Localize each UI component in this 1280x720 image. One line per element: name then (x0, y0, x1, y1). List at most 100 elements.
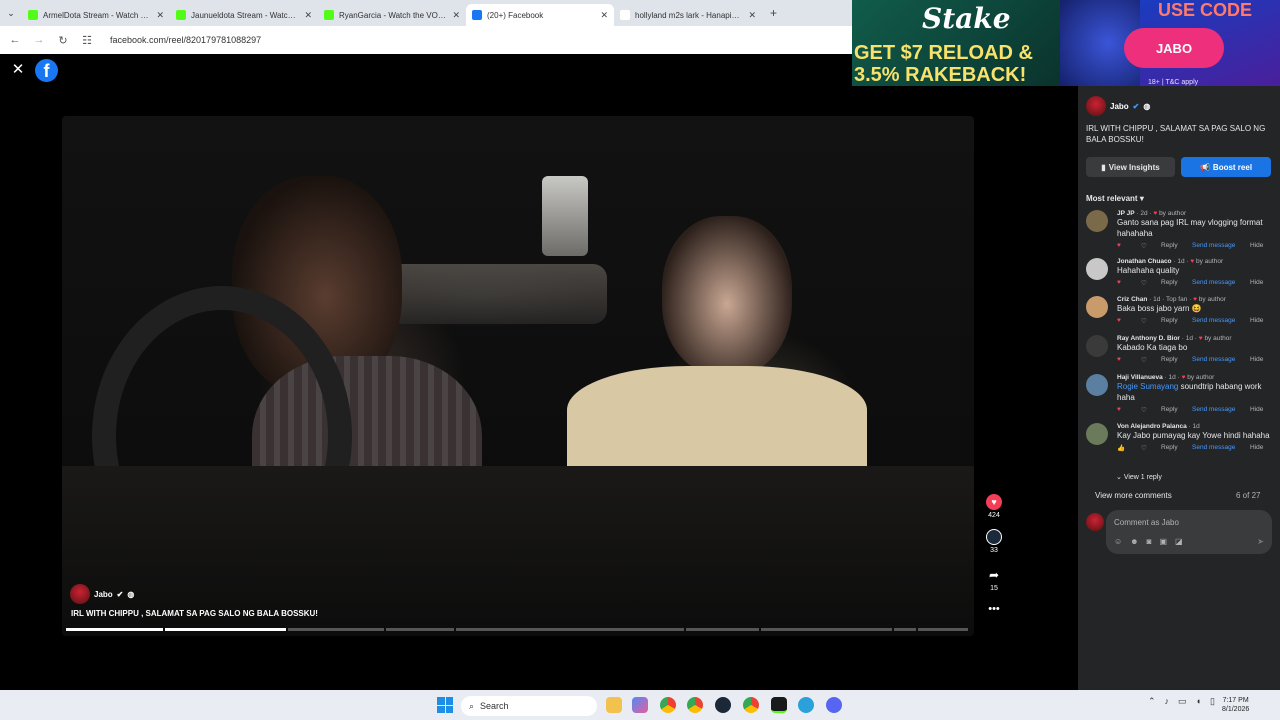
gif-icon[interactable]: ▣ (1159, 537, 1167, 546)
progress-segment[interactable] (456, 628, 685, 631)
kick-app-icon[interactable] (771, 697, 787, 713)
react-icon[interactable]: ♡ (1141, 317, 1147, 325)
tab-close-icon[interactable]: ✕ (600, 10, 608, 21)
reel-progress-bar[interactable] (66, 628, 968, 631)
react-icon[interactable]: ♡ (1141, 406, 1147, 414)
reply-button[interactable]: Reply (1161, 444, 1178, 451)
progress-segment[interactable] (287, 628, 385, 631)
reload-icon[interactable]: ↻ (56, 34, 70, 47)
clock[interactable]: 7:17 PM 8/1/2026 (1222, 696, 1249, 714)
like-reaction-icon[interactable]: ♥ (1117, 406, 1121, 413)
hide-button[interactable]: Hide (1250, 406, 1263, 413)
comment-action[interactable]: 33 (984, 529, 1004, 554)
avatar[interactable] (1086, 296, 1108, 318)
react-icon[interactable]: ♡ (1141, 279, 1147, 287)
send-icon[interactable]: ➤ (1257, 537, 1264, 546)
comment-input[interactable]: Comment as Jabo (1114, 518, 1179, 527)
reply-button[interactable]: Reply (1161, 317, 1178, 324)
camera-icon[interactable]: ◙ (1147, 537, 1152, 546)
avatar[interactable] (1086, 210, 1108, 232)
reply-button[interactable]: Reply (1161, 356, 1178, 363)
close-icon[interactable]: ✕ (8, 60, 28, 80)
copilot-icon[interactable] (632, 697, 648, 713)
react-icon[interactable]: ♡ (1141, 444, 1147, 452)
avatar[interactable] (1086, 374, 1108, 396)
reel-author[interactable]: Jabo ✔ ◍ (70, 584, 134, 604)
react-icon[interactable]: ♡ (1141, 242, 1147, 250)
more-options-icon[interactable]: ••• (984, 603, 1004, 615)
panel-author[interactable]: Jabo ✔ ◍ (1086, 96, 1150, 116)
windows-start-icon[interactable] (437, 697, 453, 713)
share-action[interactable]: ➦ 15 (984, 567, 1004, 592)
telegram-icon[interactable] (798, 697, 814, 713)
send-message-link[interactable]: Send message (1192, 242, 1235, 249)
tab-0[interactable]: ArmelDota Stream - Watch Live ✕ (22, 4, 170, 26)
avatar[interactable] (1086, 258, 1108, 280)
emoji-icon[interactable]: ☻ (1130, 537, 1138, 546)
tab-close-icon[interactable]: ✕ (452, 10, 460, 21)
boost-reel-button[interactable]: 📢 Boost reel (1181, 157, 1271, 177)
tab-close-icon[interactable]: ✕ (156, 10, 164, 21)
panel-author-name[interactable]: Jabo (1110, 102, 1129, 111)
send-message-link[interactable]: Send message (1192, 317, 1235, 324)
comment-author[interactable]: Jonathan Chuaco (1117, 258, 1172, 265)
ad-code-button[interactable]: JABO (1124, 28, 1224, 68)
url-field[interactable]: facebook.com/reel/820179781088297 (110, 35, 261, 45)
comment-box[interactable]: Comment as Jabo ☺ ☻ ◙ ▣ ◪ ➤ (1106, 510, 1272, 554)
microphone-icon[interactable]: ♪ (1165, 696, 1170, 707)
tab-4[interactable]: hollyland m2s lark - Hanapin sa ✕ (614, 4, 762, 26)
hide-button[interactable]: Hide (1250, 317, 1263, 324)
chrome-profile-icon[interactable] (687, 697, 703, 713)
send-message-link[interactable]: Send message (1192, 356, 1235, 363)
progress-segment[interactable] (894, 628, 916, 631)
comment-icon[interactable] (986, 529, 1002, 545)
tab-2[interactable]: RyanGarcia - Watch the VOD on ✕ (318, 4, 466, 26)
reply-button[interactable]: Reply (1161, 242, 1178, 249)
send-message-link[interactable]: Send message (1192, 444, 1235, 451)
hide-button[interactable]: Hide (1250, 242, 1263, 249)
facebook-logo-icon[interactable]: f (35, 59, 58, 82)
comment-author[interactable]: JP JP (1117, 210, 1135, 217)
progress-segment[interactable] (66, 628, 163, 631)
progress-segment[interactable] (386, 628, 455, 631)
avatar[interactable] (1086, 96, 1106, 116)
sticker-icon[interactable]: ◪ (1175, 537, 1183, 546)
taskbar-search[interactable]: ⌕ Search (461, 696, 597, 716)
back-icon[interactable]: ← (8, 34, 22, 46)
like-action[interactable]: ♥ 424 (984, 494, 1004, 519)
like-reaction-icon[interactable]: ♥ (1117, 356, 1121, 363)
reel-video[interactable] (62, 116, 974, 636)
share-icon[interactable]: ➦ (986, 567, 1002, 583)
comment-author[interactable]: Von Alejandro Palanca (1117, 423, 1187, 430)
heart-icon[interactable]: ♥ (986, 494, 1002, 510)
avatar[interactable] (1086, 335, 1108, 357)
discord-icon[interactable] (826, 697, 842, 713)
send-message-link[interactable]: Send message (1192, 279, 1235, 286)
comment-author[interactable]: Criz Chan (1117, 296, 1147, 303)
tab-search-menu-button[interactable]: ⌄ (0, 8, 22, 19)
network-icon[interactable]: ▭ (1178, 696, 1187, 707)
view-more-comments-link[interactable]: View more comments (1095, 491, 1172, 500)
like-reaction-icon[interactable]: ♥ (1117, 242, 1121, 249)
speaker-icon[interactable]: ◖ (1196, 696, 1201, 707)
tab-3[interactable]: (20+) Facebook ✕ (466, 4, 614, 26)
file-explorer-icon[interactable] (606, 697, 622, 713)
site-info-icon[interactable]: ☷ (80, 34, 94, 47)
reply-button[interactable]: Reply (1161, 279, 1178, 286)
new-tab-button[interactable]: + (762, 6, 785, 20)
avatar[interactable] (70, 584, 90, 604)
steam-icon[interactable] (715, 697, 731, 713)
avatar-sticker-icon[interactable]: ☺ (1114, 537, 1122, 546)
view-insights-button[interactable]: ▮ View Insights (1086, 157, 1175, 177)
progress-segment[interactable] (164, 628, 286, 631)
comment-author[interactable]: Ray Anthony D. Bior (1117, 335, 1180, 342)
mentioned-user-link[interactable]: Rogie Sumayang (1117, 382, 1178, 391)
like-reaction-icon[interactable]: ♥ (1117, 317, 1121, 324)
comment-author[interactable]: Haji Villanueva (1117, 374, 1163, 381)
tab-1[interactable]: Jaunueldota Stream - Watch Live ✕ (170, 4, 318, 26)
send-message-link[interactable]: Send message (1192, 406, 1235, 413)
reel-author-name[interactable]: Jabo (94, 590, 113, 599)
chrome-icon[interactable] (660, 697, 676, 713)
chevron-up-icon[interactable]: ⌃ (1148, 696, 1156, 707)
hide-button[interactable]: Hide (1250, 279, 1263, 286)
